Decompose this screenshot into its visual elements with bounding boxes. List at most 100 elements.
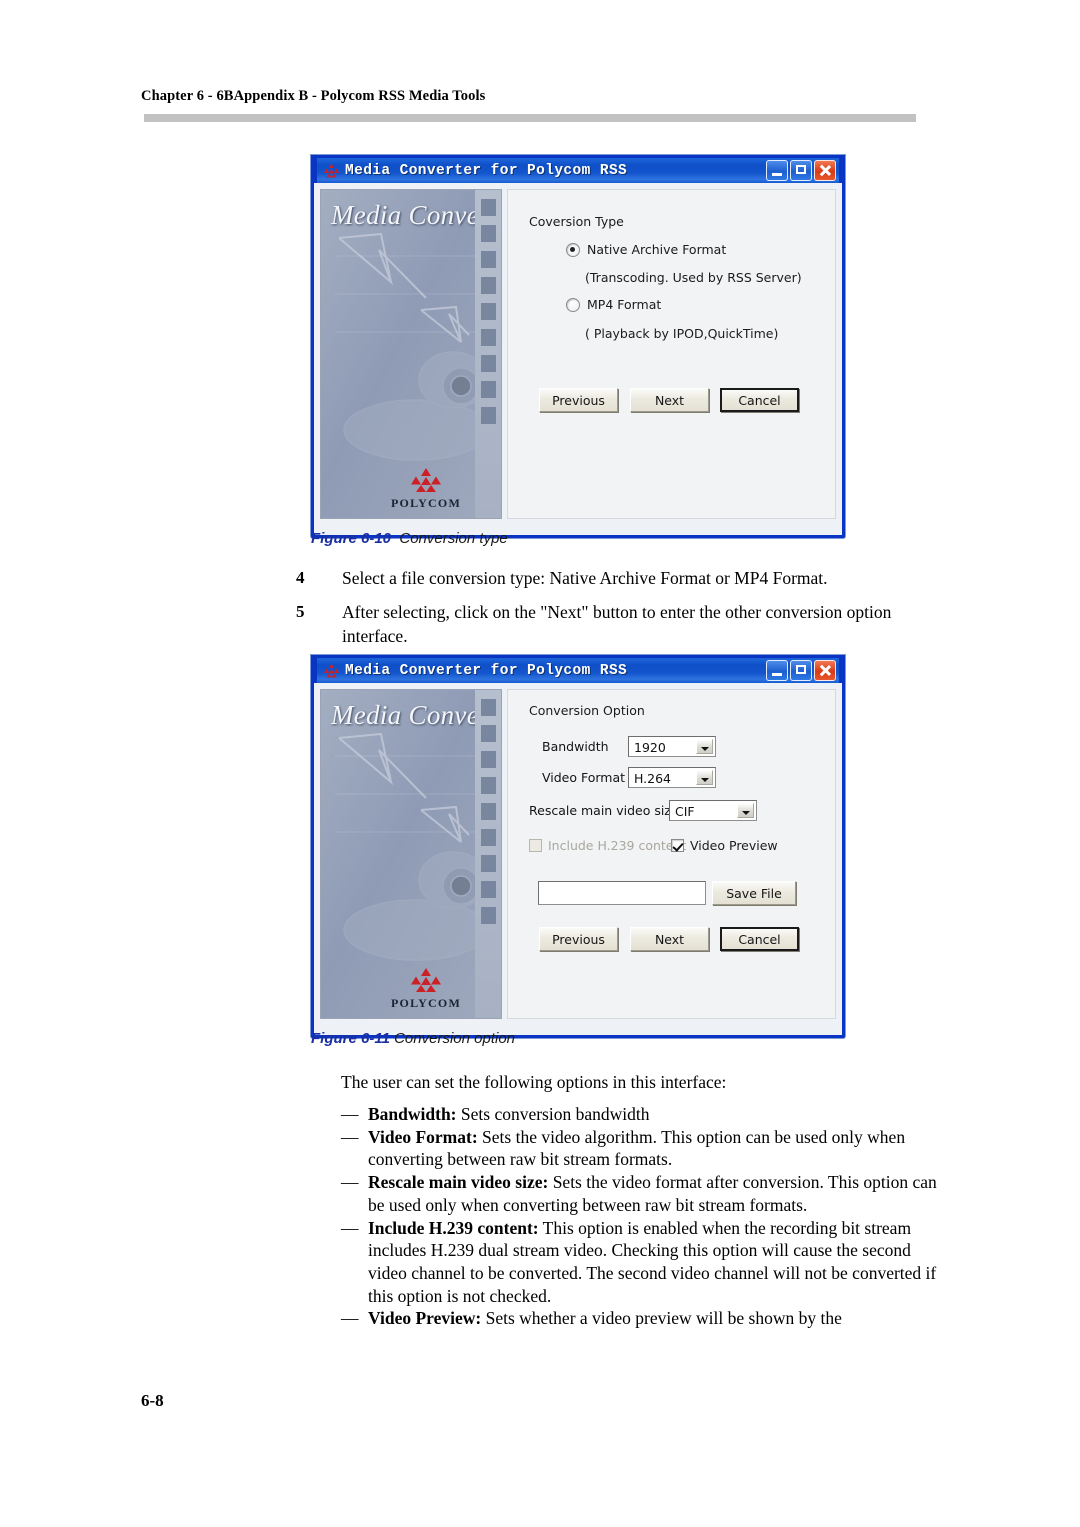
save-file-button[interactable]: Save File	[712, 881, 796, 905]
conversion-option-heading: Conversion Option	[529, 703, 645, 718]
list-item: — Bandwidth: Sets conversion bandwidth	[341, 1103, 941, 1126]
radio-label: MP4 Format	[587, 297, 662, 312]
media-converter-window: Media Converter for Polycom RSS Media Co…	[311, 155, 845, 538]
film-strip	[475, 190, 501, 518]
window-titlebar[interactable]: Media Converter for Polycom RSS	[314, 655, 842, 683]
cancel-button[interactable]: Cancel	[720, 927, 799, 951]
list-item: — Rescale main video size: Sets the vide…	[341, 1171, 941, 1216]
chapter-title: Chapter 6 - 6BAppendix B - Polycom RSS M…	[141, 88, 486, 104]
next-button[interactable]: Next	[630, 927, 709, 951]
figure-title: Conversion type	[399, 530, 508, 547]
include-h239-checkbox[interactable]: Include H.239 content	[529, 838, 686, 853]
step-item: 5 After selecting, click on the "Next" b…	[296, 600, 936, 648]
video-preview-label: Video Preview	[690, 838, 778, 853]
bandwidth-value: 1920	[634, 740, 666, 755]
figure-title: Conversion option	[394, 1030, 516, 1047]
rescale-value: CIF	[675, 804, 695, 819]
header-divider	[144, 114, 916, 122]
conversion-option-pane: Conversion Option Bandwidth 1920 Video F…	[507, 689, 836, 1019]
list-item-text: Sets whether a video preview will be sho…	[481, 1308, 842, 1329]
polycom-flower-icon	[323, 662, 340, 679]
dash-marker: —	[341, 1104, 359, 1124]
media-converter-window: Media Converter for Polycom RSS Media Co…	[311, 655, 845, 1038]
media-converter-banner: Media Converter POLYCOM	[320, 689, 502, 1019]
dash-marker: —	[341, 1172, 359, 1193]
list-item-body: Rescale main video size: Sets the video …	[368, 1171, 941, 1216]
list-item-term: Bandwidth:	[368, 1104, 457, 1124]
radio-label: Native Archive Format	[587, 242, 727, 257]
options-list: — Bandwidth: Sets conversion bandwidth —…	[341, 1103, 941, 1330]
video-format-value: H.264	[634, 771, 672, 786]
radio-mp4-format[interactable]: MP4 Format	[566, 297, 661, 312]
rescale-field-row: Rescale main video size CIF	[529, 800, 757, 821]
save-path-input[interactable]	[538, 881, 706, 905]
window-titlebar[interactable]: Media Converter for Polycom RSS	[314, 155, 842, 183]
close-button[interactable]	[814, 160, 836, 181]
radio-indicator[interactable]	[566, 297, 580, 312]
polycom-wordmark: POLYCOM	[391, 496, 461, 510]
dash-marker: —	[341, 1126, 359, 1147]
chevron-down-icon[interactable]	[696, 770, 713, 785]
list-item-body: Video Format: Sets the video algorithm. …	[368, 1126, 941, 1171]
close-button[interactable]	[814, 660, 836, 681]
dash-marker: —	[341, 1308, 359, 1329]
maximize-button[interactable]	[790, 160, 812, 181]
video-format-field-row: Video Format H.264	[542, 767, 716, 788]
list-item: — Video Preview: Sets whether a video pr…	[341, 1307, 941, 1330]
options-intro: The user can set the following options i…	[341, 1072, 727, 1092]
next-button[interactable]: Next	[630, 388, 709, 412]
previous-button[interactable]: Previous	[539, 388, 618, 412]
list-item: — Video Format: Sets the video algorithm…	[341, 1126, 941, 1171]
cancel-button[interactable]: Cancel	[720, 388, 799, 412]
window-title: Media Converter for Polycom RSS	[345, 662, 628, 679]
page-number: 6-8	[141, 1391, 164, 1410]
maximize-button[interactable]	[790, 660, 812, 681]
checkbox-indicator[interactable]	[671, 839, 684, 852]
figure-number: Figure 6-11	[311, 1030, 390, 1047]
checkbox-indicator[interactable]	[529, 839, 542, 852]
rescale-label: Rescale main video size	[529, 803, 679, 818]
window-controls	[766, 660, 836, 681]
minimize-button[interactable]	[766, 660, 788, 681]
minimize-button[interactable]	[766, 160, 788, 181]
chevron-down-icon[interactable]	[737, 803, 754, 818]
bandwidth-label: Bandwidth	[542, 739, 609, 754]
page-header: Chapter 6 - 6BAppendix B - Polycom RSS M…	[141, 88, 916, 105]
step-text: After selecting, click on the "Next" but…	[342, 602, 892, 646]
include-h239-label: Include H.239 content	[548, 838, 687, 853]
dash-marker: —	[341, 1217, 359, 1238]
list-item-body: Include H.239 content: This option is en…	[368, 1217, 941, 1308]
figure-conversion-option: Media Converter for Polycom RSS Media Co…	[311, 655, 845, 1047]
film-strip	[475, 690, 501, 1018]
media-converter-banner: Media Converter POLYCOM	[320, 189, 502, 519]
chevron-down-icon[interactable]	[696, 739, 713, 754]
mp4-format-note: ( Playback by IPOD,QuickTime)	[585, 326, 779, 341]
step-list: 4 Select a file conversion type: Native …	[296, 566, 936, 658]
video-preview-checkbox[interactable]: Video Preview	[671, 838, 778, 853]
conversion-type-pane: Coversion Type Native Archive Format (Tr…	[507, 189, 836, 519]
step-number: 4	[296, 568, 305, 587]
radio-indicator[interactable]	[566, 242, 580, 257]
video-format-label: Video Format	[542, 770, 626, 785]
rescale-select[interactable]: CIF	[669, 800, 757, 821]
step-text: Select a file conversion type: Native Ar…	[342, 568, 828, 588]
list-item-text: Sets conversion bandwidth	[456, 1104, 650, 1124]
list-item-term: Video Format:	[368, 1126, 478, 1147]
bandwidth-select[interactable]: 1920	[628, 736, 716, 757]
step-number: 5	[296, 602, 305, 621]
polycom-triangle-icon	[411, 468, 441, 492]
radio-native-archive-format[interactable]: Native Archive Format	[566, 242, 726, 257]
video-format-select[interactable]: H.264	[628, 767, 716, 788]
figure-caption: Figure 6-11 Conversion option	[311, 1030, 515, 1047]
polycom-logo: POLYCOM	[381, 968, 471, 1012]
figure-number: Figure 6-10	[311, 530, 392, 547]
bandwidth-field-row: Bandwidth 1920	[542, 736, 716, 757]
native-archive-note: (Transcoding. Used by RSS Server)	[585, 270, 802, 285]
polycom-logo: POLYCOM	[381, 468, 471, 512]
coversion-type-heading: Coversion Type	[529, 214, 624, 229]
step-item: 4 Select a file conversion type: Native …	[296, 566, 936, 590]
previous-button[interactable]: Previous	[539, 927, 618, 951]
polycom-triangle-icon	[411, 968, 441, 992]
window-body: Media Converter	[314, 683, 842, 1035]
polycom-flower-icon	[323, 162, 340, 179]
